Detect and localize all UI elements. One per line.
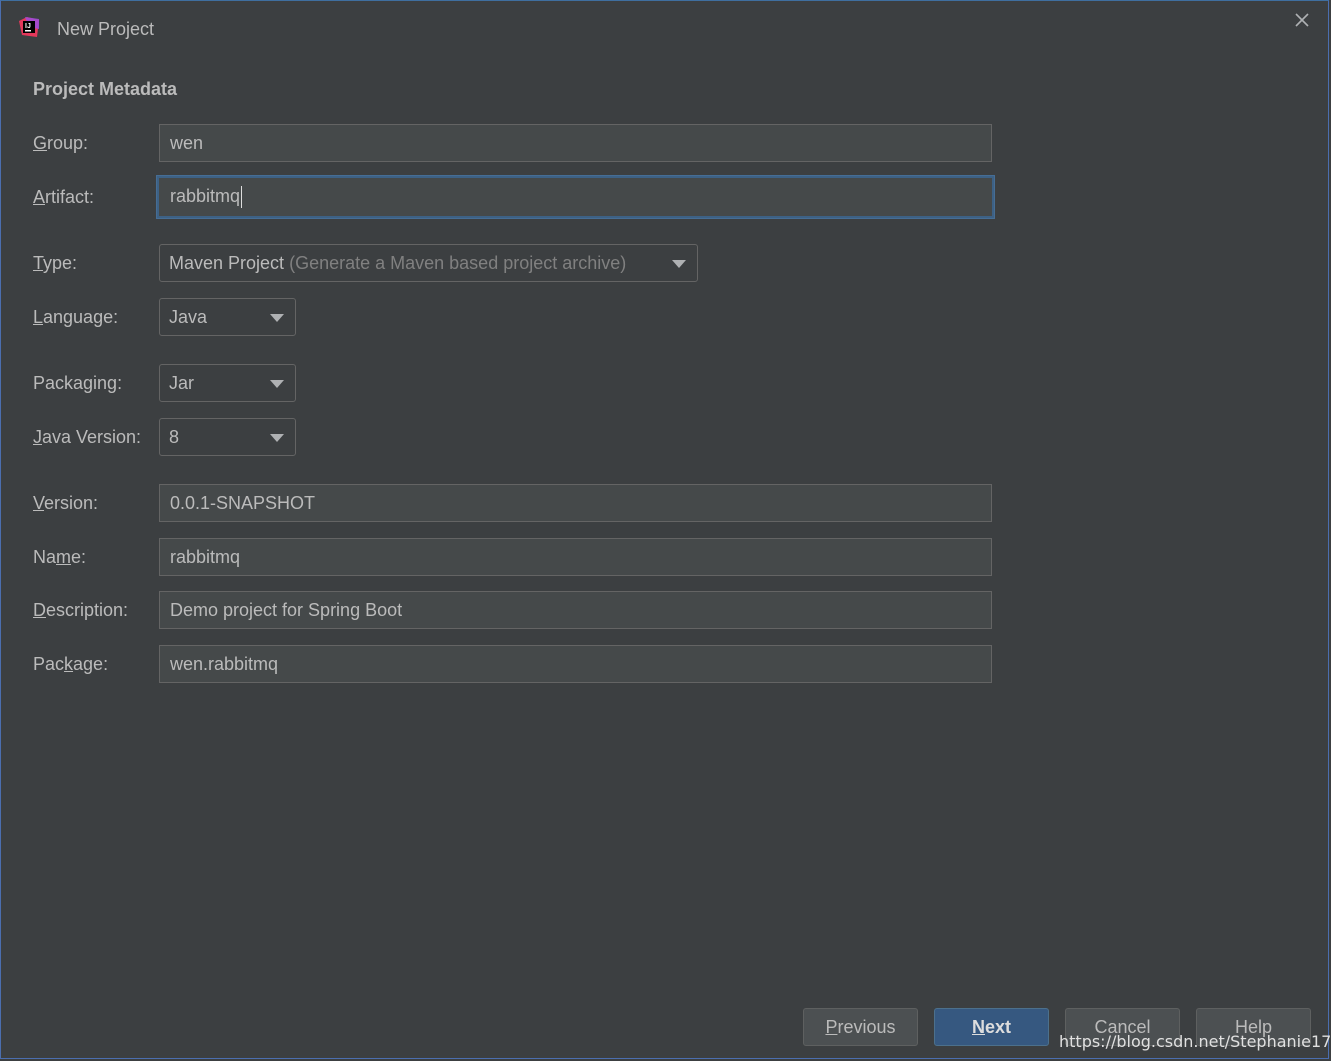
- language-select[interactable]: Java: [159, 298, 296, 336]
- language-value: Java: [169, 307, 208, 327]
- chevron-down-icon: [270, 434, 284, 442]
- type-select[interactable]: Maven Project (Generate a Maven based pr…: [159, 244, 698, 282]
- name-label: Name:: [33, 547, 87, 567]
- packaging-select[interactable]: Jar: [159, 364, 296, 402]
- type-value: Maven Project: [169, 253, 285, 273]
- description-input[interactable]: Demo project for Spring Boot: [159, 591, 992, 629]
- version-input[interactable]: 0.0.1-SNAPSHOT: [159, 484, 992, 522]
- java-version-value: 8: [169, 427, 180, 447]
- artifact-value: rabbitmq: [170, 186, 241, 206]
- group-label: Group:: [33, 133, 89, 153]
- next-button[interactable]: Next: [934, 1008, 1049, 1046]
- type-label: Type:: [33, 253, 78, 273]
- chevron-down-icon: [270, 314, 284, 322]
- version-label: Version:: [33, 493, 99, 513]
- name-input[interactable]: rabbitmq: [159, 538, 992, 576]
- java-version-select[interactable]: 8: [159, 418, 296, 456]
- artifact-label: Artifact:: [33, 187, 95, 207]
- packaging-value: Jar: [169, 373, 195, 393]
- watermark-text: https://blog.csdn.net/Stephanie17395: [1059, 1032, 1331, 1051]
- package-input[interactable]: wen.rabbitmq: [159, 645, 992, 683]
- title-bar: IJ New Project: [1, 1, 1328, 57]
- description-label: Description:: [33, 600, 129, 620]
- new-project-dialog: IJ New Project Project Metadata Group: w…: [0, 0, 1331, 1059]
- packaging-label: Packaging:: [33, 373, 123, 393]
- language-label: Language:: [33, 307, 119, 327]
- java-version-label: Java Version:: [33, 427, 142, 447]
- text-caret: [241, 186, 243, 209]
- intellij-idea-icon: IJ: [19, 17, 39, 37]
- artifact-input[interactable]: rabbitmq: [157, 176, 994, 218]
- section-title: Project Metadata: [33, 79, 178, 99]
- previous-button[interactable]: Previous: [803, 1008, 918, 1046]
- group-input[interactable]: wen: [159, 124, 992, 162]
- package-label: Package:: [33, 654, 109, 674]
- chevron-down-icon: [672, 260, 686, 268]
- chevron-down-icon: [270, 380, 284, 388]
- window-title: New Project: [57, 19, 155, 39]
- type-hint: (Generate a Maven based project archive): [289, 253, 627, 273]
- close-icon[interactable]: [1293, 11, 1311, 29]
- svg-text:IJ: IJ: [25, 23, 31, 30]
